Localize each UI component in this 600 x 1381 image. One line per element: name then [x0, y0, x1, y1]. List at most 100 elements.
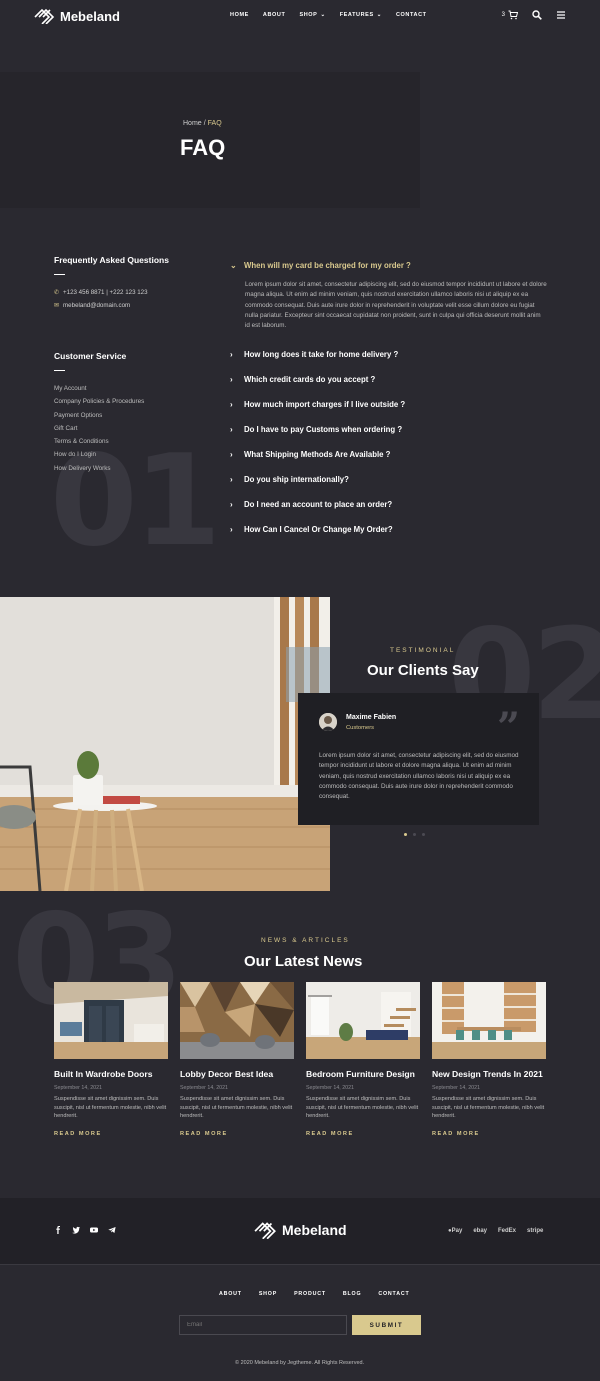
- nav-contact-label: CONTACT: [395, 12, 427, 18]
- divider: [54, 274, 65, 275]
- chevron-right-icon: ›: [230, 450, 233, 459]
- avatar: [319, 713, 337, 731]
- faq-question[interactable]: › Do I need an account to place an order?: [230, 500, 392, 509]
- faq-answer: Lorem ipsum dolor sit amet, consectetur …: [245, 281, 547, 330]
- footer-divider: [0, 1264, 600, 1265]
- carousel-dot-active[interactable]: [404, 833, 407, 836]
- chevron-right-icon: ›: [230, 400, 233, 409]
- testimonial-text: Lorem ipsum dolor sit amet, consectetur …: [319, 752, 519, 801]
- menu-icon[interactable]: [556, 10, 566, 20]
- carousel-dot[interactable]: [413, 833, 416, 836]
- news-card: Lobby Decor Best Idea September 14, 2021…: [180, 982, 294, 1137]
- footer-nav-blog[interactable]: BLOG: [343, 1291, 362, 1297]
- news-card-excerpt: Suspendisse sit amet dignissim sem. Duis…: [432, 1096, 545, 1120]
- twitter-icon[interactable]: [72, 1226, 80, 1234]
- news-card-excerpt: Suspendisse sit amet dignissim sem. Duis…: [306, 1096, 419, 1120]
- news-card-image[interactable]: [180, 982, 294, 1059]
- nav-features[interactable]: FEATURES ⌄: [340, 12, 382, 18]
- telegram-icon[interactable]: [108, 1226, 116, 1234]
- email-text: mebeland@domain.com: [63, 302, 131, 309]
- site-header: Mebeland HOME ABOUT SHOP ⌄ FEATURES ⌄ CONT…: [0, 0, 600, 32]
- footer-logo-text: Mebeland: [282, 1222, 347, 1238]
- news-card-image[interactable]: [306, 982, 420, 1059]
- nav-about[interactable]: ABOUT: [263, 12, 286, 18]
- news-card-title[interactable]: Lobby Decor Best Idea: [180, 1069, 294, 1079]
- cs-link[interactable]: Gift Cart: [54, 424, 144, 437]
- faq-question[interactable]: › How long does it take for home delivery…: [230, 350, 398, 359]
- news-card: New Design Trends In 2021 September 14, …: [432, 982, 546, 1137]
- divider: [54, 370, 65, 371]
- faq-question-label: Which credit cards do you accept ?: [244, 375, 376, 384]
- copyright: © 2020 Mebeland by Jegtheme. All Rights …: [235, 1360, 365, 1366]
- news-card-date: September 14, 2021: [54, 1085, 103, 1091]
- footer-nav-about[interactable]: ABOUT: [219, 1291, 242, 1297]
- carousel-dots: [404, 833, 425, 836]
- read-more-link[interactable]: READ MORE: [180, 1131, 294, 1137]
- phone-text: +123 456 8871 | +222 123 123: [63, 289, 148, 296]
- chevron-down-icon: ⌄: [376, 12, 382, 18]
- logo-text: Mebeland: [60, 8, 120, 24]
- carousel-dot[interactable]: [422, 833, 425, 836]
- breadcrumb-separator: /: [203, 120, 206, 127]
- newsletter-email-input[interactable]: [179, 1315, 347, 1335]
- contact-email[interactable]: ✉ mebeland@domain.com: [54, 302, 130, 309]
- fedex-logo: FedEx: [498, 1228, 517, 1234]
- cs-link[interactable]: How Delivery Works: [54, 464, 144, 477]
- cart-button[interactable]: 3: [502, 10, 518, 20]
- nav-home[interactable]: HOME: [230, 12, 249, 18]
- faq-question-label: How Can I Cancel Or Change My Order?: [244, 525, 393, 534]
- breadcrumb-home[interactable]: Home: [183, 120, 202, 127]
- facebook-icon[interactable]: [54, 1226, 62, 1234]
- chevron-right-icon: ›: [230, 375, 233, 384]
- faq-question[interactable]: › What Shipping Methods Are Available ?: [230, 450, 390, 459]
- faq-question-label: How long does it take for home delivery …: [244, 350, 399, 359]
- mail-icon: ✉: [54, 303, 60, 309]
- faq-question[interactable]: › How much import charges if I live outsi…: [230, 400, 405, 409]
- breadcrumb: Home / FAQ: [183, 120, 222, 127]
- news-title: Our Latest News: [244, 953, 363, 970]
- quote-icon: ”: [496, 704, 520, 751]
- footer-nav-product[interactable]: PRODUCT: [294, 1291, 326, 1297]
- footer-nav-contact[interactable]: CONTACT: [378, 1291, 409, 1297]
- news-card-title[interactable]: Built In Wardrobe Doors: [54, 1069, 168, 1079]
- footer-logo[interactable]: Mebeland: [254, 1221, 347, 1239]
- faq-question-label: Do I need an account to place an order?: [244, 500, 393, 509]
- faq-question-label: What Shipping Methods Are Available ?: [244, 450, 391, 459]
- breadcrumb-current: FAQ: [207, 120, 222, 127]
- read-more-link[interactable]: READ MORE: [306, 1131, 420, 1137]
- faq-question-active[interactable]: ⌄ When will my card be charged for my ord…: [230, 261, 411, 270]
- search-icon[interactable]: [532, 10, 542, 20]
- news-card-title[interactable]: New Design Trends In 2021: [432, 1069, 546, 1079]
- cs-link[interactable]: Terms & Conditions: [54, 437, 144, 450]
- faq-question[interactable]: › Do you ship internationally?: [230, 475, 349, 484]
- logo[interactable]: Mebeland: [34, 8, 120, 24]
- payment-methods: ●Pay ebay FedEx stripe: [448, 1228, 543, 1234]
- read-more-link[interactable]: READ MORE: [54, 1131, 168, 1137]
- faq-question-label: How much import charges if I live outsid…: [244, 400, 406, 409]
- cs-link[interactable]: Company Policies & Procedures: [54, 397, 144, 410]
- faq-question[interactable]: › Which credit cards do you accept ?: [230, 375, 375, 384]
- logo-mark-icon: [34, 8, 55, 24]
- customer-service-heading: Customer Service: [54, 351, 127, 361]
- chevron-down-icon: ⌄: [230, 261, 237, 270]
- faq-question[interactable]: › Do I have to pay Customs when ordering …: [230, 425, 402, 434]
- newsletter-submit-button[interactable]: SUBMIT: [352, 1315, 421, 1335]
- testimonial-title: Our Clients Say: [367, 662, 479, 679]
- cs-link[interactable]: My Account: [54, 384, 144, 397]
- nav-shop[interactable]: SHOP ⌄: [299, 12, 325, 18]
- faq-question-label: When will my card be charged for my orde…: [244, 261, 411, 270]
- footer-nav-shop[interactable]: SHOP: [259, 1291, 277, 1297]
- news-label: NEWS & ARTICLES: [261, 937, 350, 944]
- testimonial-name: Maxime Fabien: [346, 714, 397, 721]
- cs-link[interactable]: How do I Login: [54, 450, 144, 463]
- news-card-image[interactable]: [432, 982, 546, 1059]
- customer-service-links: My Account Company Policies & Procedures…: [54, 384, 144, 477]
- faq-question[interactable]: › How Can I Cancel Or Change My Order?: [230, 525, 393, 534]
- youtube-icon[interactable]: [90, 1226, 98, 1234]
- news-card-image[interactable]: [54, 982, 168, 1059]
- contact-phone: ✆ +123 456 8871 | +222 123 123: [54, 289, 148, 296]
- cs-link[interactable]: Payment Options: [54, 411, 144, 424]
- read-more-link[interactable]: READ MORE: [432, 1131, 546, 1137]
- news-card-title[interactable]: Bedroom Furniture Design: [306, 1069, 420, 1079]
- nav-contact[interactable]: CONTACT: [396, 12, 427, 18]
